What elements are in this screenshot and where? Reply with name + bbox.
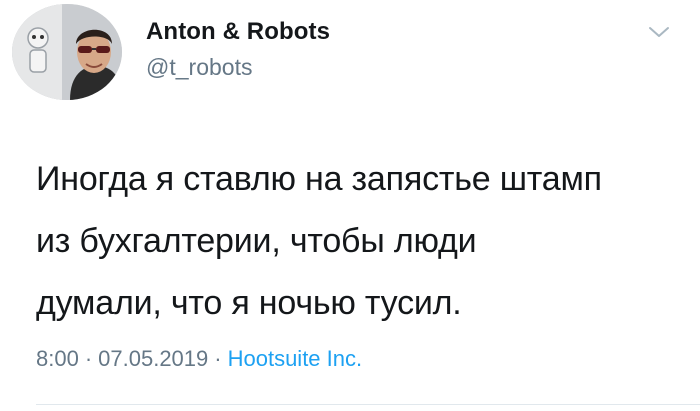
divider: [36, 404, 700, 405]
profile-photo-icon: [12, 4, 122, 100]
tweet-time[interactable]: 8:00: [36, 346, 79, 371]
tweet-meta: 8:00 · 07.05.2019 · Hootsuite Inc.: [36, 346, 362, 372]
chevron-down-icon: [649, 27, 669, 37]
tweet-text: Иногда я ставлю на запястье штамп из бух…: [36, 160, 602, 322]
author-display-name[interactable]: Anton & Robots: [146, 18, 330, 46]
meta-separator: ·: [214, 346, 222, 371]
meta-separator: ·: [84, 346, 93, 371]
tweet-menu-button[interactable]: [648, 24, 670, 40]
avatar[interactable]: [12, 4, 122, 100]
tweet-card: Anton & Robots @t_robots Иногда я ставлю…: [0, 0, 700, 411]
author-handle[interactable]: @t_robots: [146, 54, 252, 81]
tweet-date[interactable]: 07.05.2019: [98, 346, 208, 371]
tweet-source-link[interactable]: Hootsuite Inc.: [228, 346, 363, 371]
